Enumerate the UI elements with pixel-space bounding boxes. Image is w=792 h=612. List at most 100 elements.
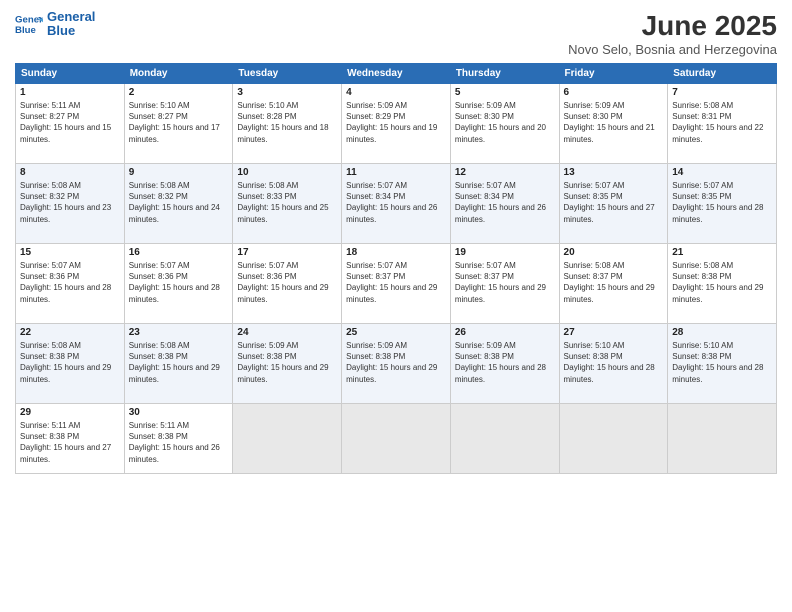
logo-general: General bbox=[47, 10, 95, 24]
day-info: Sunrise: 5:07 AMSunset: 8:36 PMDaylight:… bbox=[237, 260, 337, 305]
logo: General Blue General Blue bbox=[15, 10, 95, 39]
day-number: 17 bbox=[237, 247, 337, 258]
title-area: June 2025 Novo Selo, Bosnia and Herzegov… bbox=[568, 10, 777, 57]
weekday-friday: Friday bbox=[559, 64, 668, 84]
calendar-cell: 6 Sunrise: 5:09 AMSunset: 8:30 PMDaylight… bbox=[559, 84, 668, 164]
day-number: 13 bbox=[564, 167, 664, 178]
location-title: Novo Selo, Bosnia and Herzegovina bbox=[568, 42, 777, 57]
header: General Blue General Blue June 2025 Novo… bbox=[15, 10, 777, 57]
calendar-cell: 15 Sunrise: 5:07 AMSunset: 8:36 PMDayligh… bbox=[16, 244, 125, 324]
day-number: 16 bbox=[129, 247, 229, 258]
calendar-cell: 13 Sunrise: 5:07 AMSunset: 8:35 PMDayligh… bbox=[559, 164, 668, 244]
calendar-cell: 10 Sunrise: 5:08 AMSunset: 8:33 PMDayligh… bbox=[233, 164, 342, 244]
weekday-sunday: Sunday bbox=[16, 64, 125, 84]
day-info: Sunrise: 5:08 AMSunset: 8:37 PMDaylight:… bbox=[564, 260, 664, 305]
day-info: Sunrise: 5:09 AMSunset: 8:30 PMDaylight:… bbox=[564, 100, 664, 145]
calendar-cell: 5Sunrise: 5:09 AMSunset: 8:30 PMDaylight… bbox=[450, 84, 559, 164]
day-info: Sunrise: 5:08 AMSunset: 8:33 PMDaylight:… bbox=[237, 180, 337, 225]
day-number: 18 bbox=[346, 247, 446, 258]
day-info: Sunrise: 5:10 AMSunset: 8:38 PMDaylight:… bbox=[672, 340, 772, 385]
day-info: Sunrise: 5:11 AMSunset: 8:38 PMDaylight:… bbox=[129, 420, 229, 465]
day-info: Sunrise: 5:07 AMSunset: 8:37 PMDaylight:… bbox=[346, 260, 446, 305]
calendar-cell: 29 Sunrise: 5:11 AMSunset: 8:38 PMDayligh… bbox=[16, 404, 125, 474]
svg-text:Blue: Blue bbox=[15, 25, 36, 36]
day-number: 19 bbox=[455, 247, 555, 258]
calendar-cell: 2 Sunrise: 5:10 AMSunset: 8:27 PMDaylight… bbox=[124, 84, 233, 164]
day-number: 14 bbox=[672, 167, 772, 178]
weekday-tuesday: Tuesday bbox=[233, 64, 342, 84]
calendar-cell: 19Sunrise: 5:07 AMSunset: 8:37 PMDayligh… bbox=[450, 244, 559, 324]
day-number: 11 bbox=[346, 167, 446, 178]
calendar-cell: 20 Sunrise: 5:08 AMSunset: 8:37 PMDayligh… bbox=[559, 244, 668, 324]
calendar-cell: 9Sunrise: 5:08 AMSunset: 8:32 PMDaylight… bbox=[124, 164, 233, 244]
calendar-cell bbox=[668, 404, 777, 474]
day-number: 10 bbox=[237, 167, 337, 178]
calendar-cell: 21Sunrise: 5:08 AMSunset: 8:38 PMDayligh… bbox=[668, 244, 777, 324]
day-info: Sunrise: 5:11 AMSunset: 8:38 PMDaylight:… bbox=[20, 420, 120, 465]
day-number: 23 bbox=[129, 327, 229, 338]
calendar-cell: 27Sunrise: 5:10 AMSunset: 8:38 PMDayligh… bbox=[559, 324, 668, 404]
weekday-wednesday: Wednesday bbox=[342, 64, 451, 84]
day-number: 6 bbox=[564, 87, 664, 98]
weekday-header-row: SundayMondayTuesdayWednesdayThursdayFrid… bbox=[16, 64, 777, 84]
day-number: 2 bbox=[129, 87, 229, 98]
day-info: Sunrise: 5:10 AMSunset: 8:28 PMDaylight:… bbox=[237, 100, 337, 145]
day-info: Sunrise: 5:09 AMSunset: 8:38 PMDaylight:… bbox=[237, 340, 337, 385]
day-number: 12 bbox=[455, 167, 555, 178]
day-info: Sunrise: 5:10 AMSunset: 8:27 PMDaylight:… bbox=[129, 100, 229, 145]
day-info: Sunrise: 5:07 AMSunset: 8:34 PMDaylight:… bbox=[455, 180, 555, 225]
day-info: Sunrise: 5:08 AMSunset: 8:32 PMDaylight:… bbox=[20, 180, 120, 225]
calendar-cell bbox=[450, 404, 559, 474]
calendar-cell: 24 Sunrise: 5:09 AMSunset: 8:38 PMDayligh… bbox=[233, 324, 342, 404]
day-info: Sunrise: 5:07 AMSunset: 8:36 PMDaylight:… bbox=[20, 260, 120, 305]
calendar-cell: 11 Sunrise: 5:07 AMSunset: 8:34 PMDayligh… bbox=[342, 164, 451, 244]
calendar-cell: 7 Sunrise: 5:08 AMSunset: 8:31 PMDaylight… bbox=[668, 84, 777, 164]
day-number: 30 bbox=[129, 407, 229, 418]
calendar-cell: 3Sunrise: 5:10 AMSunset: 8:28 PMDaylight… bbox=[233, 84, 342, 164]
calendar-cell: 16 Sunrise: 5:07 AMSunset: 8:36 PMDayligh… bbox=[124, 244, 233, 324]
calendar-cell bbox=[233, 404, 342, 474]
day-info: Sunrise: 5:07 AMSunset: 8:35 PMDaylight:… bbox=[564, 180, 664, 225]
logo-blue: Blue bbox=[47, 24, 95, 38]
calendar-cell: 23 Sunrise: 5:08 AMSunset: 8:38 PMDayligh… bbox=[124, 324, 233, 404]
calendar-cell bbox=[342, 404, 451, 474]
weekday-thursday: Thursday bbox=[450, 64, 559, 84]
day-number: 8 bbox=[20, 167, 120, 178]
day-number: 29 bbox=[20, 407, 120, 418]
svg-text:General: General bbox=[15, 15, 43, 26]
day-info: Sunrise: 5:09 AMSunset: 8:38 PMDaylight:… bbox=[346, 340, 446, 385]
weekday-saturday: Saturday bbox=[668, 64, 777, 84]
day-info: Sunrise: 5:07 AMSunset: 8:34 PMDaylight:… bbox=[346, 180, 446, 225]
day-info: Sunrise: 5:09 AMSunset: 8:30 PMDaylight:… bbox=[455, 100, 555, 145]
calendar-cell: 17 Sunrise: 5:07 AMSunset: 8:36 PMDayligh… bbox=[233, 244, 342, 324]
day-number: 1 bbox=[20, 87, 120, 98]
day-number: 20 bbox=[564, 247, 664, 258]
calendar-page: General Blue General Blue June 2025 Novo… bbox=[0, 0, 792, 612]
calendar-cell: 4 Sunrise: 5:09 AMSunset: 8:29 PMDaylight… bbox=[342, 84, 451, 164]
calendar-cell: 1 Sunrise: 5:11 AMSunset: 8:27 PMDaylight… bbox=[16, 84, 125, 164]
day-number: 4 bbox=[346, 87, 446, 98]
day-info: Sunrise: 5:07 AMSunset: 8:35 PMDaylight:… bbox=[672, 180, 772, 225]
day-info: Sunrise: 5:08 AMSunset: 8:38 PMDaylight:… bbox=[129, 340, 229, 385]
calendar-cell bbox=[559, 404, 668, 474]
day-info: Sunrise: 5:10 AMSunset: 8:38 PMDaylight:… bbox=[564, 340, 664, 385]
calendar-table: SundayMondayTuesdayWednesdayThursdayFrid… bbox=[15, 63, 777, 474]
calendar-cell: 12 Sunrise: 5:07 AMSunset: 8:34 PMDayligh… bbox=[450, 164, 559, 244]
day-info: Sunrise: 5:08 AMSunset: 8:32 PMDaylight:… bbox=[129, 180, 229, 225]
day-info: Sunrise: 5:09 AMSunset: 8:29 PMDaylight:… bbox=[346, 100, 446, 145]
calendar-cell: 25 Sunrise: 5:09 AMSunset: 8:38 PMDayligh… bbox=[342, 324, 451, 404]
day-info: Sunrise: 5:08 AMSunset: 8:31 PMDaylight:… bbox=[672, 100, 772, 145]
calendar-cell: 14 Sunrise: 5:07 AMSunset: 8:35 PMDayligh… bbox=[668, 164, 777, 244]
day-info: Sunrise: 5:09 AMSunset: 8:38 PMDaylight:… bbox=[455, 340, 555, 385]
day-number: 24 bbox=[237, 327, 337, 338]
day-number: 22 bbox=[20, 327, 120, 338]
calendar-cell: 26 Sunrise: 5:09 AMSunset: 8:38 PMDayligh… bbox=[450, 324, 559, 404]
day-number: 26 bbox=[455, 327, 555, 338]
day-number: 21 bbox=[672, 247, 772, 258]
month-title: June 2025 bbox=[568, 10, 777, 42]
day-number: 25 bbox=[346, 327, 446, 338]
day-info: Sunrise: 5:07 AMSunset: 8:36 PMDaylight:… bbox=[129, 260, 229, 305]
day-info: Sunrise: 5:11 AMSunset: 8:27 PMDaylight:… bbox=[20, 100, 120, 145]
day-number: 15 bbox=[20, 247, 120, 258]
day-number: 7 bbox=[672, 87, 772, 98]
